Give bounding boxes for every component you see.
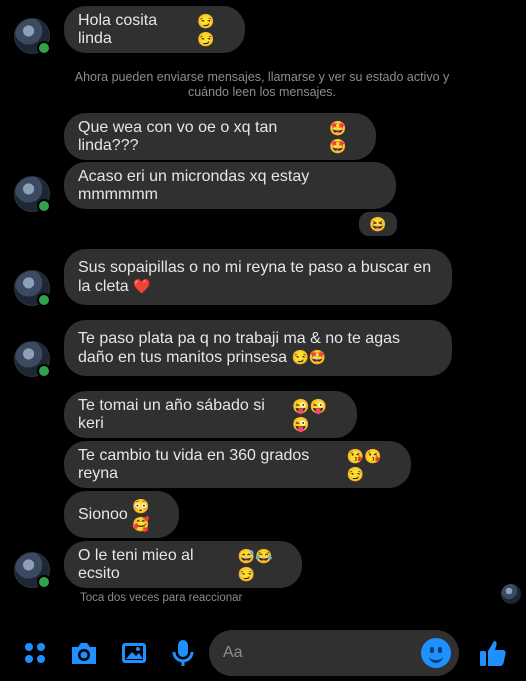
message-text: Te cambio tu vida en 360 grados reyna	[78, 446, 310, 482]
message-text: Sionoo	[78, 505, 128, 523]
online-indicator	[37, 199, 51, 213]
avatar[interactable]	[14, 341, 51, 378]
avatar[interactable]	[14, 18, 51, 55]
chat-notice: Ahora pueden enviarse mensajes, llamarse…	[74, 70, 450, 99]
avatar[interactable]	[14, 552, 51, 589]
message-emoji: 😏🤩	[291, 349, 327, 365]
message-text: Hola cosita linda	[78, 11, 158, 47]
message-bubble[interactable]: Sionoo 😳🥰	[64, 491, 179, 538]
message-bubble[interactable]: Sus sopaipillas o no mi reyna te paso a …	[64, 249, 452, 305]
message-composer[interactable]: Aa	[209, 630, 459, 676]
composer-placeholder: Aa	[223, 644, 243, 661]
online-indicator	[37, 41, 51, 55]
message-emoji: 🤩🤩	[329, 119, 347, 154]
message-emoji: 😅😂😏	[237, 547, 273, 582]
message-emoji: 😏😏	[196, 12, 215, 47]
message-bubble[interactable]: Te paso plata pa q no trabaji ma & no te…	[64, 320, 452, 376]
thumbs-up-icon[interactable]	[478, 638, 508, 668]
message-reaction[interactable]: 😆	[357, 210, 399, 238]
message-bubble[interactable]: O le teni mieo al ecsito 😅😂😏	[64, 541, 302, 588]
message-bubble[interactable]: Que wea con vo oe o xq tan linda??? 🤩🤩	[64, 113, 376, 160]
message-bubble[interactable]: Acaso eri un microndas xq estay mmmmmm	[64, 162, 396, 209]
message-bubble[interactable]: Hola cosita linda 😏😏	[64, 6, 245, 53]
image-icon[interactable]	[119, 638, 149, 668]
reaction-hint: Toca dos veces para reaccionar	[80, 592, 243, 604]
microphone-icon[interactable]	[168, 638, 198, 668]
message-bubble[interactable]: Te cambio tu vida en 360 grados reyna 😘😘…	[64, 441, 411, 488]
read-receipt-avatar	[501, 584, 521, 604]
message-text: Sus sopaipillas o no mi reyna te paso a …	[78, 259, 432, 295]
online-indicator	[37, 364, 51, 378]
grid-icon[interactable]	[20, 638, 50, 668]
message-text: Acaso eri un microndas xq estay mmmmmm	[78, 167, 310, 203]
message-emoji: ❤️	[133, 278, 151, 294]
avatar[interactable]	[14, 270, 51, 307]
emoji-icon[interactable]	[421, 638, 451, 668]
message-text: Te paso plata pa q no trabaji ma & no te…	[78, 330, 400, 366]
message-emoji: 😜😜😜	[292, 397, 328, 432]
message-emoji: 😘😘😏	[346, 447, 382, 482]
message-text: Te tomai un año sábado si keri	[78, 396, 265, 432]
camera-icon[interactable]	[69, 638, 99, 668]
online-indicator	[37, 293, 51, 307]
avatar[interactable]	[14, 176, 51, 213]
message-bubble[interactable]: Te tomai un año sábado si keri 😜😜😜	[64, 391, 357, 438]
message-text: Que wea con vo oe o xq tan linda???	[78, 118, 278, 154]
message-text: O le teni mieo al ecsito	[78, 546, 194, 582]
message-emoji: 😳🥰	[132, 497, 150, 532]
online-indicator	[37, 575, 51, 589]
reaction-emoji: 😆	[369, 215, 387, 232]
